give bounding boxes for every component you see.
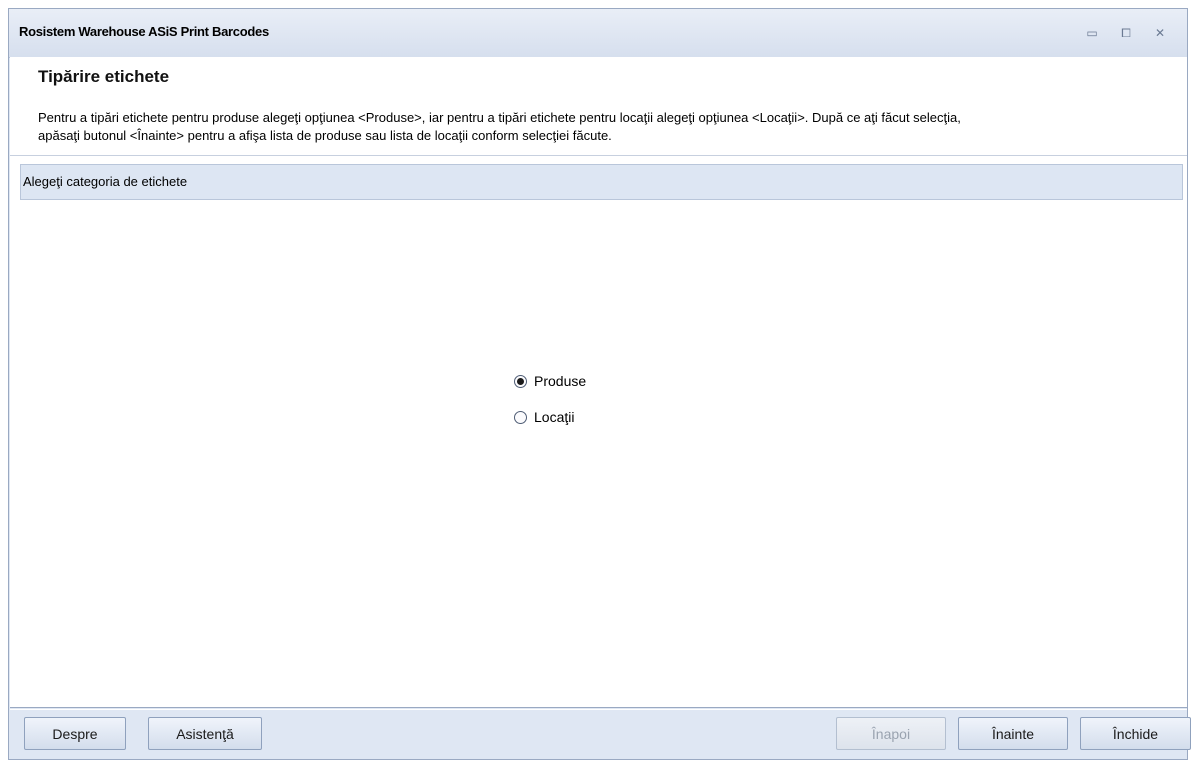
- page-description: Pentru a tipări etichete pentru produse …: [38, 109, 1188, 145]
- radio-option-locatii[interactable]: Locaţii: [514, 409, 574, 425]
- category-group-header: Alegeţi categoria de etichete: [20, 164, 1183, 200]
- window-title: Rosistem Warehouse ASiS Print Barcodes: [19, 24, 269, 39]
- radio-label-locatii[interactable]: Locaţii: [534, 409, 574, 425]
- title-bar: Rosistem Warehouse ASiS Print Barcodes ▭…: [9, 9, 1187, 58]
- header-separator: [10, 155, 1187, 156]
- next-button[interactable]: Înainte: [958, 717, 1068, 750]
- radio-label-produse[interactable]: Produse: [534, 373, 586, 389]
- close-icon[interactable]: ✕: [1152, 25, 1168, 41]
- description-line-1: Pentru a tipări etichete pentru produse …: [38, 110, 961, 125]
- radio-button-produse[interactable]: [514, 374, 527, 388]
- description-line-2: apăsaţi butonul <Înainte> pentru a afişa…: [38, 128, 612, 143]
- close-button[interactable]: Închide: [1080, 717, 1191, 750]
- page-title: Tipărire etichete: [38, 67, 170, 86]
- minimize-icon[interactable]: ▭: [1084, 25, 1100, 41]
- wizard-content: Tipărire etichete Pentru a tipări etiche…: [10, 57, 1187, 707]
- back-button[interactable]: Înapoi: [836, 717, 946, 750]
- maximize-icon[interactable]: ⧠: [1118, 25, 1134, 41]
- button-bar: Despre Asistenţă Înapoi Înainte Închide: [10, 707, 1191, 759]
- app-window: Rosistem Warehouse ASiS Print Barcodes ▭…: [8, 8, 1191, 760]
- category-group-label: Alegeţi categoria de etichete: [23, 174, 188, 189]
- radio-selected-dot-icon: [517, 377, 524, 385]
- button-bar-divider-highlight: [10, 709, 1187, 710]
- button-bar-divider: [10, 707, 1187, 708]
- radio-button-locatii[interactable]: [514, 410, 527, 424]
- help-button[interactable]: Asistenţă: [148, 717, 262, 750]
- about-button[interactable]: Despre: [24, 717, 126, 750]
- radio-option-produse[interactable]: Produse: [514, 373, 586, 389]
